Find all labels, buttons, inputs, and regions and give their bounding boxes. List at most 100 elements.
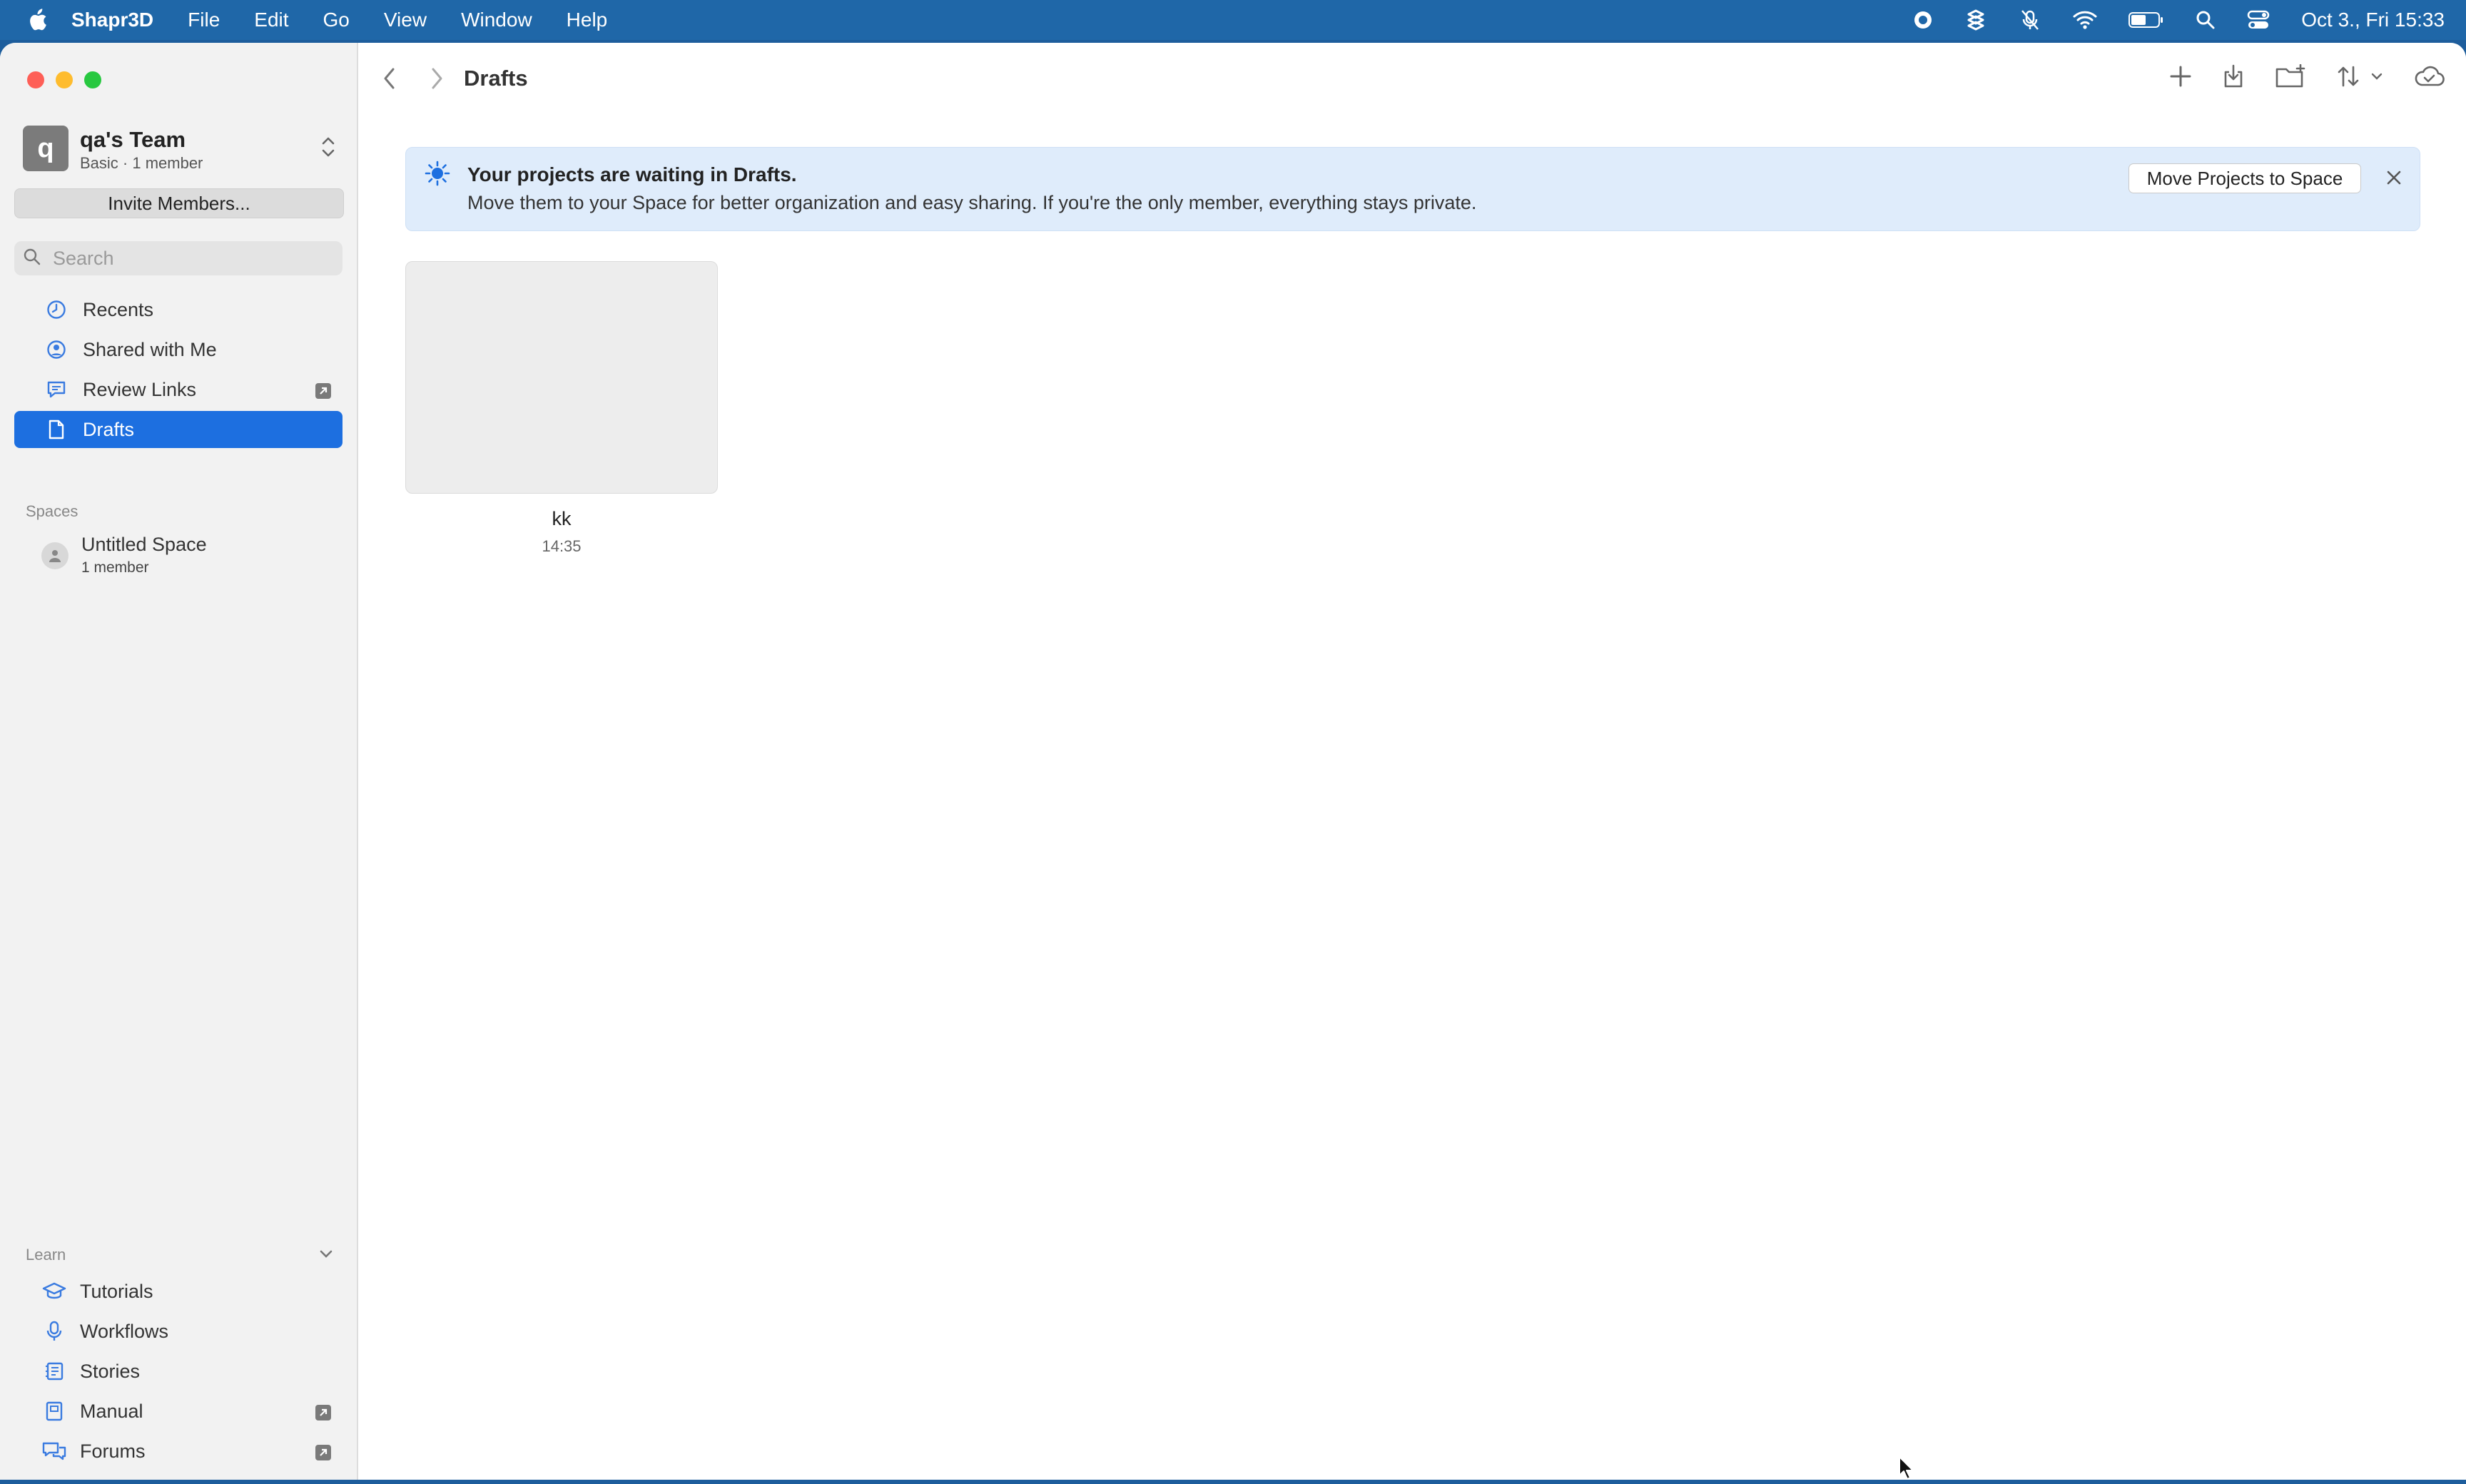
wifi-icon[interactable] <box>2073 10 2097 30</box>
learn-item-label: Tutorials <box>80 1280 153 1302</box>
toolbar: Drafts <box>358 43 2466 120</box>
sidebar-item-recents[interactable]: Recents <box>14 291 342 328</box>
import-icon <box>2222 64 2245 92</box>
menu-app-name[interactable]: Shapr3D <box>71 9 153 31</box>
banner-body: Move them to your Space for better organ… <box>467 192 1477 213</box>
sidebar-item-shared-with-me[interactable]: Shared with Me <box>14 331 342 368</box>
learn-section-header[interactable]: Learn <box>26 1246 334 1271</box>
learn-item-workflows[interactable]: Workflows <box>14 1313 342 1350</box>
space-name: Untitled Space <box>81 534 207 555</box>
space-member-count: 1 member <box>81 559 149 576</box>
learn-item-label: Manual <box>80 1400 143 1422</box>
menu-go[interactable]: Go <box>323 9 350 31</box>
chevron-down-icon[interactable] <box>318 1249 334 1264</box>
clock-icon <box>44 300 68 320</box>
external-link-icon <box>315 1443 331 1465</box>
page-title: Drafts <box>464 66 528 91</box>
sidebar-item-label: Drafts <box>83 418 135 440</box>
minimize-window-button[interactable] <box>56 71 73 88</box>
sync-button[interactable] <box>2413 65 2445 91</box>
zoom-window-button[interactable] <box>84 71 101 88</box>
learn-item-manual[interactable]: Manual <box>14 1393 342 1430</box>
team-plan: Basic · 1 member <box>80 154 203 172</box>
sort-button[interactable] <box>2336 64 2383 92</box>
cloud-check-icon <box>2413 65 2445 91</box>
space-item-untitled-space[interactable]: Untitled Space 1 member <box>41 532 341 579</box>
sidebar-item-review-links[interactable]: Review Links <box>14 371 342 408</box>
forward-button[interactable] <box>427 66 447 95</box>
document-icon <box>44 420 68 439</box>
spaces-section-label: Spaces <box>26 502 78 520</box>
back-button[interactable] <box>380 66 400 95</box>
new-project-button[interactable] <box>2169 65 2192 91</box>
menu-file[interactable]: File <box>188 9 220 31</box>
learn-section-label: Learn <box>26 1246 66 1264</box>
sidebar-item-drafts[interactable]: Drafts <box>14 411 342 448</box>
drafts-info-banner: Your projects are waiting in Drafts. Mov… <box>405 147 2420 231</box>
stories-icon <box>41 1361 67 1381</box>
invite-members-button[interactable]: Invite Members... <box>14 188 344 218</box>
sidebar-item-label: Recents <box>83 298 154 320</box>
control-center-icon[interactable] <box>2247 10 2270 30</box>
main-content: Drafts Your projects are waiting in Draf… <box>358 43 2466 1480</box>
microphone-icon <box>41 1321 67 1342</box>
team-switcher[interactable]: q qa's Team Basic · 1 member <box>23 126 337 173</box>
search-input[interactable] <box>51 246 325 270</box>
app-window: q qa's Team Basic · 1 member Invite Memb… <box>0 43 2466 1480</box>
person-circle-icon <box>44 340 68 360</box>
menu-edit[interactable]: Edit <box>254 9 288 31</box>
forum-icon <box>41 1441 67 1461</box>
sort-arrows-icon <box>2336 64 2368 92</box>
project-thumbnail[interactable] <box>405 261 718 494</box>
learn-item-label: Forums <box>80 1440 146 1462</box>
mouse-cursor-icon <box>1898 1455 1915 1480</box>
window-controls <box>27 71 101 88</box>
close-icon[interactable] <box>2385 169 2402 190</box>
menu-help[interactable]: Help <box>567 9 608 31</box>
learn-nav: Tutorials Workflows Stories Manual Forum… <box>14 1273 342 1473</box>
shapr3d-status-icon[interactable] <box>1964 9 1987 31</box>
person-icon <box>41 542 68 569</box>
apple-icon[interactable] <box>27 8 49 32</box>
search-icon <box>14 248 41 270</box>
plus-icon <box>2169 65 2192 91</box>
battery-icon[interactable] <box>2128 11 2164 29</box>
move-projects-to-space-button[interactable]: Move Projects to Space <box>2128 163 2361 193</box>
chevron-up-down-icon[interactable] <box>320 134 337 163</box>
team-name: qa's Team <box>80 127 186 152</box>
menu-bar-clock[interactable]: Oct 3., Fri 15:33 <box>2301 9 2445 31</box>
learn-item-label: Stories <box>80 1360 141 1382</box>
mic-off-icon[interactable] <box>2019 9 2041 31</box>
chat-bubble-icon <box>44 380 68 400</box>
sidebar-item-label: Review Links <box>83 378 197 400</box>
project-modified-time: 14:35 <box>542 537 582 555</box>
folder-plus-icon <box>2275 63 2306 92</box>
menu-bar: Shapr3D File Edit Go View Window Help Oc… <box>0 0 2466 40</box>
banner-heading: Your projects are waiting in Drafts. <box>467 163 797 186</box>
sidebar: q qa's Team Basic · 1 member Invite Memb… <box>0 43 358 1480</box>
close-window-button[interactable] <box>27 71 44 88</box>
chevron-down-icon <box>2370 71 2383 85</box>
toolbar-actions <box>2169 63 2445 92</box>
learn-item-tutorials[interactable]: Tutorials <box>14 1273 342 1310</box>
import-button[interactable] <box>2222 64 2245 92</box>
lightbulb-icon <box>425 161 450 193</box>
sidebar-nav: Recents Shared with Me Review Links Draf… <box>14 291 342 451</box>
record-icon[interactable] <box>1913 10 1933 30</box>
search-field[interactable] <box>14 241 342 275</box>
learn-item-forums[interactable]: Forums <box>14 1433 342 1470</box>
learn-item-label: Workflows <box>80 1320 169 1342</box>
external-link-icon <box>315 382 331 404</box>
graduation-cap-icon <box>41 1281 67 1301</box>
new-folder-button[interactable] <box>2275 63 2306 92</box>
menu-bar-status: Oct 3., Fri 15:33 <box>1913 0 2445 40</box>
external-link-icon <box>315 1403 331 1425</box>
book-icon <box>41 1401 67 1421</box>
menu-view[interactable]: View <box>384 9 427 31</box>
learn-item-stories[interactable]: Stories <box>14 1353 342 1390</box>
sidebar-item-label: Shared with Me <box>83 338 217 360</box>
project-card[interactable]: kk 14:35 <box>405 261 718 556</box>
project-name: kk <box>552 508 572 529</box>
menu-window[interactable]: Window <box>461 9 532 31</box>
spotlight-search-icon[interactable] <box>2196 10 2216 30</box>
